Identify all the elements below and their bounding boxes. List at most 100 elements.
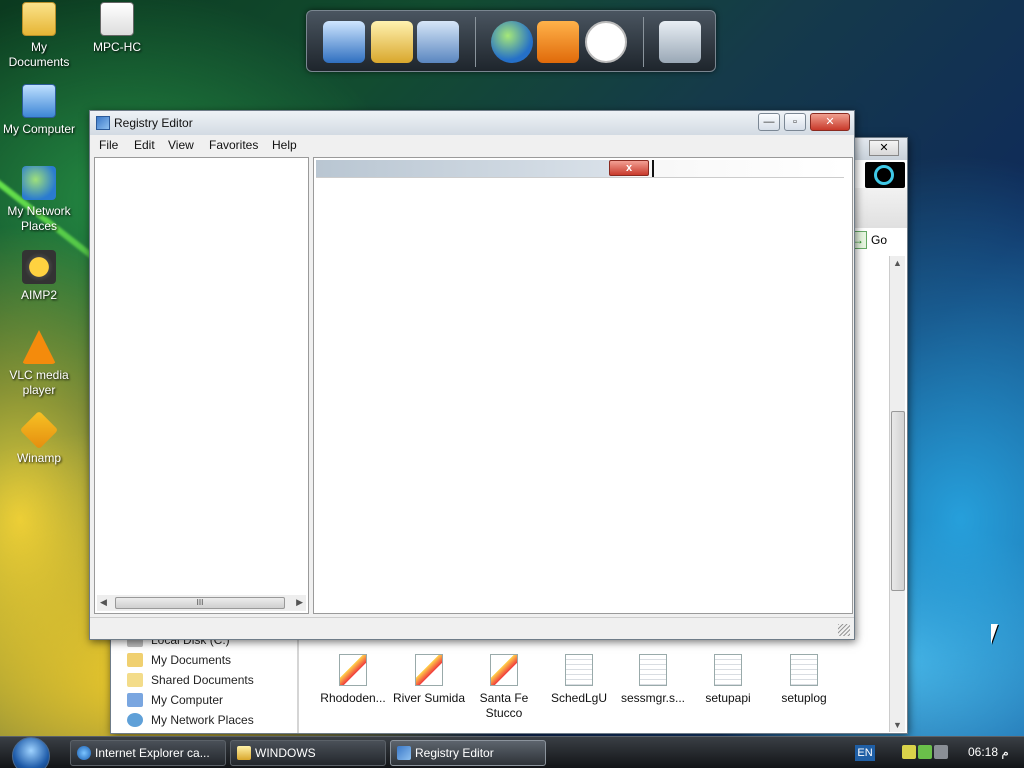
start-button[interactable]: [12, 737, 50, 768]
mpc-hc-icon: [100, 2, 134, 36]
registry-editor-icon: [397, 746, 411, 760]
scroll-up-arrow-icon[interactable]: ▲: [893, 258, 902, 268]
file-item[interactable]: setuplog: [766, 654, 842, 706]
desktop-icon-label: My Network Places: [7, 204, 71, 233]
scroll-down-arrow-icon[interactable]: ▼: [893, 720, 902, 730]
registry-key-tree[interactable]: ◀ III ▶: [94, 157, 309, 614]
file-item[interactable]: setupapi: [690, 654, 766, 706]
dock-separator: [643, 17, 644, 67]
taskbar-item-windows-folder[interactable]: WINDOWS: [230, 740, 386, 766]
taskbar-item-internet-explorer[interactable]: Internet Explorer ca...: [70, 740, 226, 766]
file-item[interactable]: River Sumida: [391, 654, 467, 706]
status-bar: [90, 617, 854, 639]
desktop-icon-aimp2[interactable]: AIMP2: [1, 250, 77, 303]
scroll-left-arrow-icon[interactable]: ◀: [100, 597, 107, 608]
globe-icon[interactable]: [491, 21, 533, 63]
resize-grip-icon[interactable]: [838, 624, 850, 636]
text-file-icon: [714, 654, 742, 686]
desktop-icon-label: My Documents: [8, 40, 70, 69]
text-file-icon: [639, 654, 667, 686]
my-computer-icon: [22, 84, 56, 118]
file-item[interactable]: Rhododen...: [315, 654, 391, 706]
network-places-icon: [22, 166, 56, 200]
nav-item-my-computer[interactable]: My Computer: [125, 690, 305, 710]
nav-item-my-network-places[interactable]: My Network Places: [125, 710, 305, 730]
menu-view[interactable]: View: [168, 138, 194, 152]
desktop-icon-label: MPC-HC: [93, 40, 141, 54]
file-item[interactable]: sessmgr.s...: [615, 654, 691, 706]
menu-edit[interactable]: Edit: [134, 138, 155, 152]
throbber-ring-icon: [874, 165, 894, 185]
desktop-icon-winamp[interactable]: Winamp: [1, 410, 77, 466]
shared-folder-icon: [127, 673, 143, 687]
text-file-icon: [790, 654, 818, 686]
bitmap-file-icon: [490, 654, 518, 686]
menu-file[interactable]: File: [99, 138, 118, 152]
desktop-icon-mpc-hc[interactable]: MPC-HC: [79, 2, 155, 55]
text-file-icon: [565, 654, 593, 686]
minimize-button[interactable]: —: [758, 113, 780, 131]
media-player-icon[interactable]: [537, 21, 579, 63]
nav-item-label: Shared Documents: [151, 673, 254, 687]
explorer-vertical-scrollbar[interactable]: ▲ ▼: [889, 256, 905, 732]
close-button[interactable]: ✕: [810, 113, 850, 131]
internet-explorer-icon: [77, 746, 91, 760]
file-label: setuplog: [781, 691, 827, 705]
file-label: setupapi: [705, 691, 751, 705]
go-label: Go: [871, 233, 888, 247]
file-item[interactable]: Santa Fe Stucco: [466, 654, 542, 721]
nav-item-my-documents[interactable]: My Documents: [125, 650, 305, 670]
menu-favorites[interactable]: Favorites: [209, 138, 258, 152]
windows-throbber-logo: [865, 162, 905, 188]
desktop-icon-vlc[interactable]: VLC media player: [1, 330, 77, 398]
my-computer-icon: [127, 693, 143, 707]
desktop-icon-my-network-places[interactable]: My Network Places: [1, 166, 77, 234]
values-column-header[interactable]: [316, 160, 844, 178]
pane-divider: [297, 638, 299, 733]
file-label: Rhododen...: [320, 691, 386, 705]
recycle-bin-icon[interactable]: [659, 21, 701, 63]
winamp-icon: [19, 410, 59, 450]
desktop-icon-my-documents[interactable]: My Documents: [1, 2, 77, 70]
explorer-close-button[interactable]: ✕: [869, 140, 899, 156]
file-list: Rhododen... River Sumida Santa Fe Stucco…: [311, 654, 831, 724]
nav-item-label: My Computer: [151, 693, 224, 707]
tray-security-icon[interactable]: [918, 745, 932, 759]
tray-volume-icon[interactable]: [934, 745, 948, 759]
scroll-thumb[interactable]: [891, 411, 905, 591]
control-panel-icon[interactable]: [417, 21, 459, 63]
taskbar-item-label: Registry Editor: [415, 746, 494, 760]
desktop-icon-my-computer[interactable]: My Computer: [1, 84, 77, 137]
folder-icon: [237, 746, 251, 760]
dock-separator: [475, 17, 476, 67]
my-documents-icon: [127, 653, 143, 667]
taskbar-item-registry-editor[interactable]: Registry Editor: [390, 740, 546, 766]
scroll-right-arrow-icon[interactable]: ▶: [296, 597, 303, 608]
header-close-button[interactable]: x: [609, 160, 649, 176]
top-dock: [306, 10, 716, 72]
file-label: sessmgr.s...: [620, 691, 685, 705]
scroll-thumb[interactable]: III: [115, 597, 285, 609]
my-computer-icon[interactable]: [323, 21, 365, 63]
maximize-button[interactable]: ▫: [784, 113, 806, 131]
tray-printer-icon[interactable]: [902, 745, 916, 759]
file-item[interactable]: SchedLgU: [541, 654, 617, 706]
taskbar-item-label: WINDOWS: [255, 746, 316, 760]
other-places-list: Local Disk (C:) My Documents Shared Docu…: [125, 630, 305, 730]
address-go-button[interactable]: → Go: [849, 231, 905, 253]
menu-help[interactable]: Help: [272, 138, 297, 152]
clock-icon[interactable]: [585, 21, 627, 63]
folder-icon[interactable]: [371, 21, 413, 63]
desktop-icon-label: AIMP2: [20, 288, 57, 302]
language-indicator[interactable]: EN: [855, 745, 875, 761]
regedit-titlebar[interactable]: Registry Editor — ▫ ✕: [90, 111, 854, 135]
registry-values-pane[interactable]: x: [313, 157, 853, 614]
tree-horizontal-scrollbar[interactable]: ◀ III ▶: [97, 595, 306, 611]
desktop-icon-label: My Computer: [2, 122, 76, 136]
nav-item-shared-documents[interactable]: Shared Documents: [125, 670, 305, 690]
nav-item-label: My Network Places: [151, 713, 254, 727]
file-label: SchedLgU: [550, 691, 608, 705]
column-resize-handle[interactable]: [652, 160, 654, 177]
registry-editor-icon: [96, 116, 110, 130]
taskbar-clock[interactable]: 06:18 م: [968, 745, 1009, 759]
